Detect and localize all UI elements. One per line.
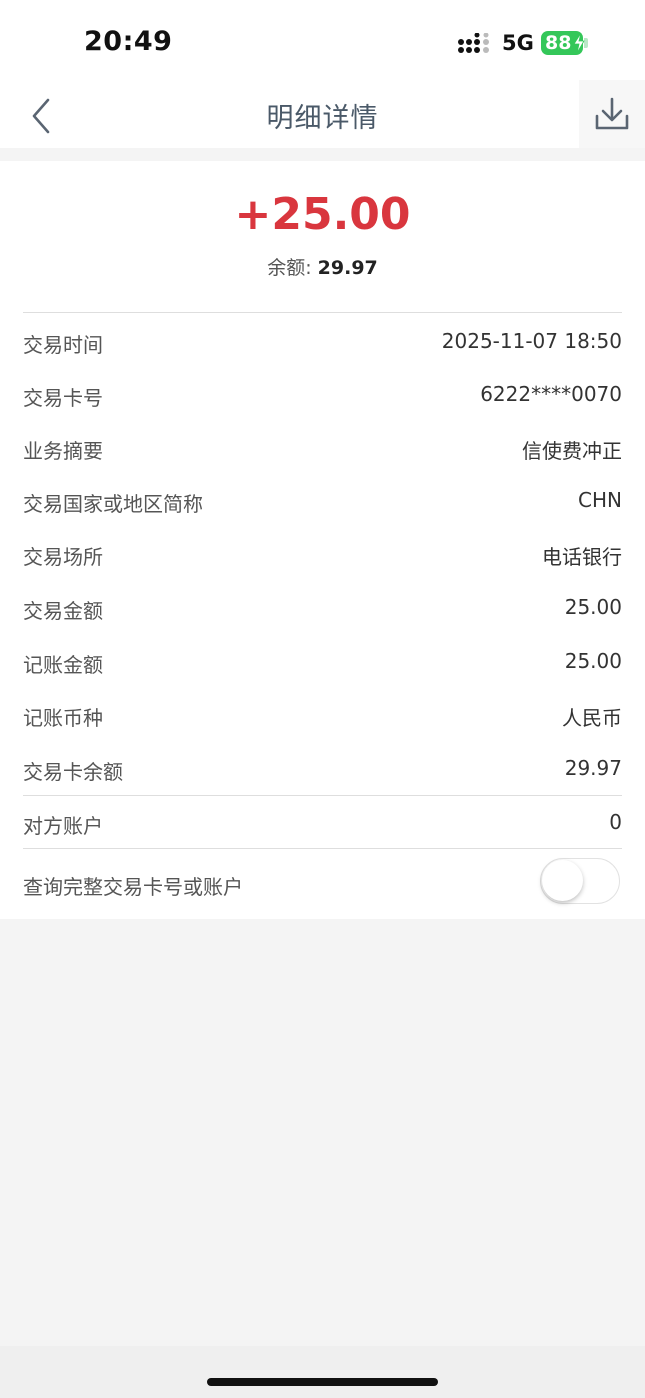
detail-row-transaction-amount: 交易金额 25.00 bbox=[23, 580, 622, 633]
detail-row-country: 交易国家或地区简称 CHN bbox=[23, 473, 622, 526]
home-indicator-area bbox=[0, 1346, 645, 1398]
detail-value: CHN bbox=[578, 488, 622, 512]
signal-icon bbox=[458, 33, 489, 53]
detail-label: 交易金额 bbox=[23, 599, 103, 623]
charging-bolt-icon bbox=[573, 33, 585, 53]
detail-value: 2025-11-07 18:50 bbox=[441, 329, 622, 353]
page-title: 明细详情 bbox=[266, 103, 379, 134]
detail-label: 交易国家或地区简称 bbox=[23, 492, 203, 516]
detail-label: 交易卡号 bbox=[23, 386, 103, 410]
detail-card: +25.00 余额: 29.97 交易时间 2025-11-07 18:50 交… bbox=[0, 161, 645, 919]
detail-row-venue: 交易场所 电话银行 bbox=[23, 526, 622, 579]
detail-label: 对方账户 bbox=[23, 814, 103, 838]
home-indicator[interactable] bbox=[207, 1378, 438, 1386]
detail-label: 交易时间 bbox=[23, 333, 103, 357]
detail-value: 电话银行 bbox=[542, 545, 622, 569]
download-icon bbox=[595, 97, 629, 130]
balance-line: 余额: 29.97 bbox=[0, 253, 645, 280]
detail-value: 人民币 bbox=[562, 706, 622, 730]
detail-value: 25.00 bbox=[564, 649, 622, 673]
toggle-knob bbox=[542, 860, 583, 901]
transaction-amount: +25.00 bbox=[234, 189, 411, 240]
detail-label: 交易场所 bbox=[23, 545, 103, 569]
balance-value: 29.97 bbox=[317, 257, 378, 279]
detail-row-summary: 业务摘要 信使费冲正 bbox=[23, 420, 622, 473]
toggle-row: 查询完整交易卡号或账户 bbox=[23, 856, 622, 909]
network-type: 5G bbox=[502, 31, 534, 55]
detail-row-card-number: 交易卡号 6222****0070 bbox=[23, 367, 622, 420]
detail-value: 25.00 bbox=[564, 595, 622, 619]
detail-row-counterparty: 对方账户 0 bbox=[23, 795, 622, 848]
detail-value: 信使费冲正 bbox=[522, 439, 622, 463]
detail-label: 记账金额 bbox=[23, 653, 103, 677]
status-bar: 20:49 5G 88 bbox=[0, 0, 645, 86]
download-button[interactable] bbox=[579, 80, 645, 148]
detail-row-transaction-time: 交易时间 2025-11-07 18:50 bbox=[23, 314, 622, 367]
detail-row-currency: 记账币种 人民币 bbox=[23, 687, 622, 740]
detail-label: 交易卡余额 bbox=[23, 760, 123, 784]
detail-row-card-balance: 交易卡余额 29.97 bbox=[23, 741, 622, 794]
detail-value: 0 bbox=[609, 810, 622, 834]
status-time: 20:49 bbox=[84, 26, 173, 57]
toggle-label: 查询完整交易卡号或账户 bbox=[23, 875, 243, 899]
detail-value: 29.97 bbox=[564, 756, 622, 780]
detail-value: 6222****0070 bbox=[480, 382, 622, 406]
detail-row-posted-amount: 记账金额 25.00 bbox=[23, 634, 622, 687]
show-full-card-toggle[interactable] bbox=[540, 858, 620, 904]
nav-bar: 明细详情 bbox=[0, 80, 645, 148]
divider bbox=[23, 848, 622, 849]
detail-label: 记账币种 bbox=[23, 706, 103, 730]
divider bbox=[23, 312, 622, 313]
detail-label: 业务摘要 bbox=[23, 439, 103, 463]
balance-label: 余额: bbox=[267, 257, 318, 279]
